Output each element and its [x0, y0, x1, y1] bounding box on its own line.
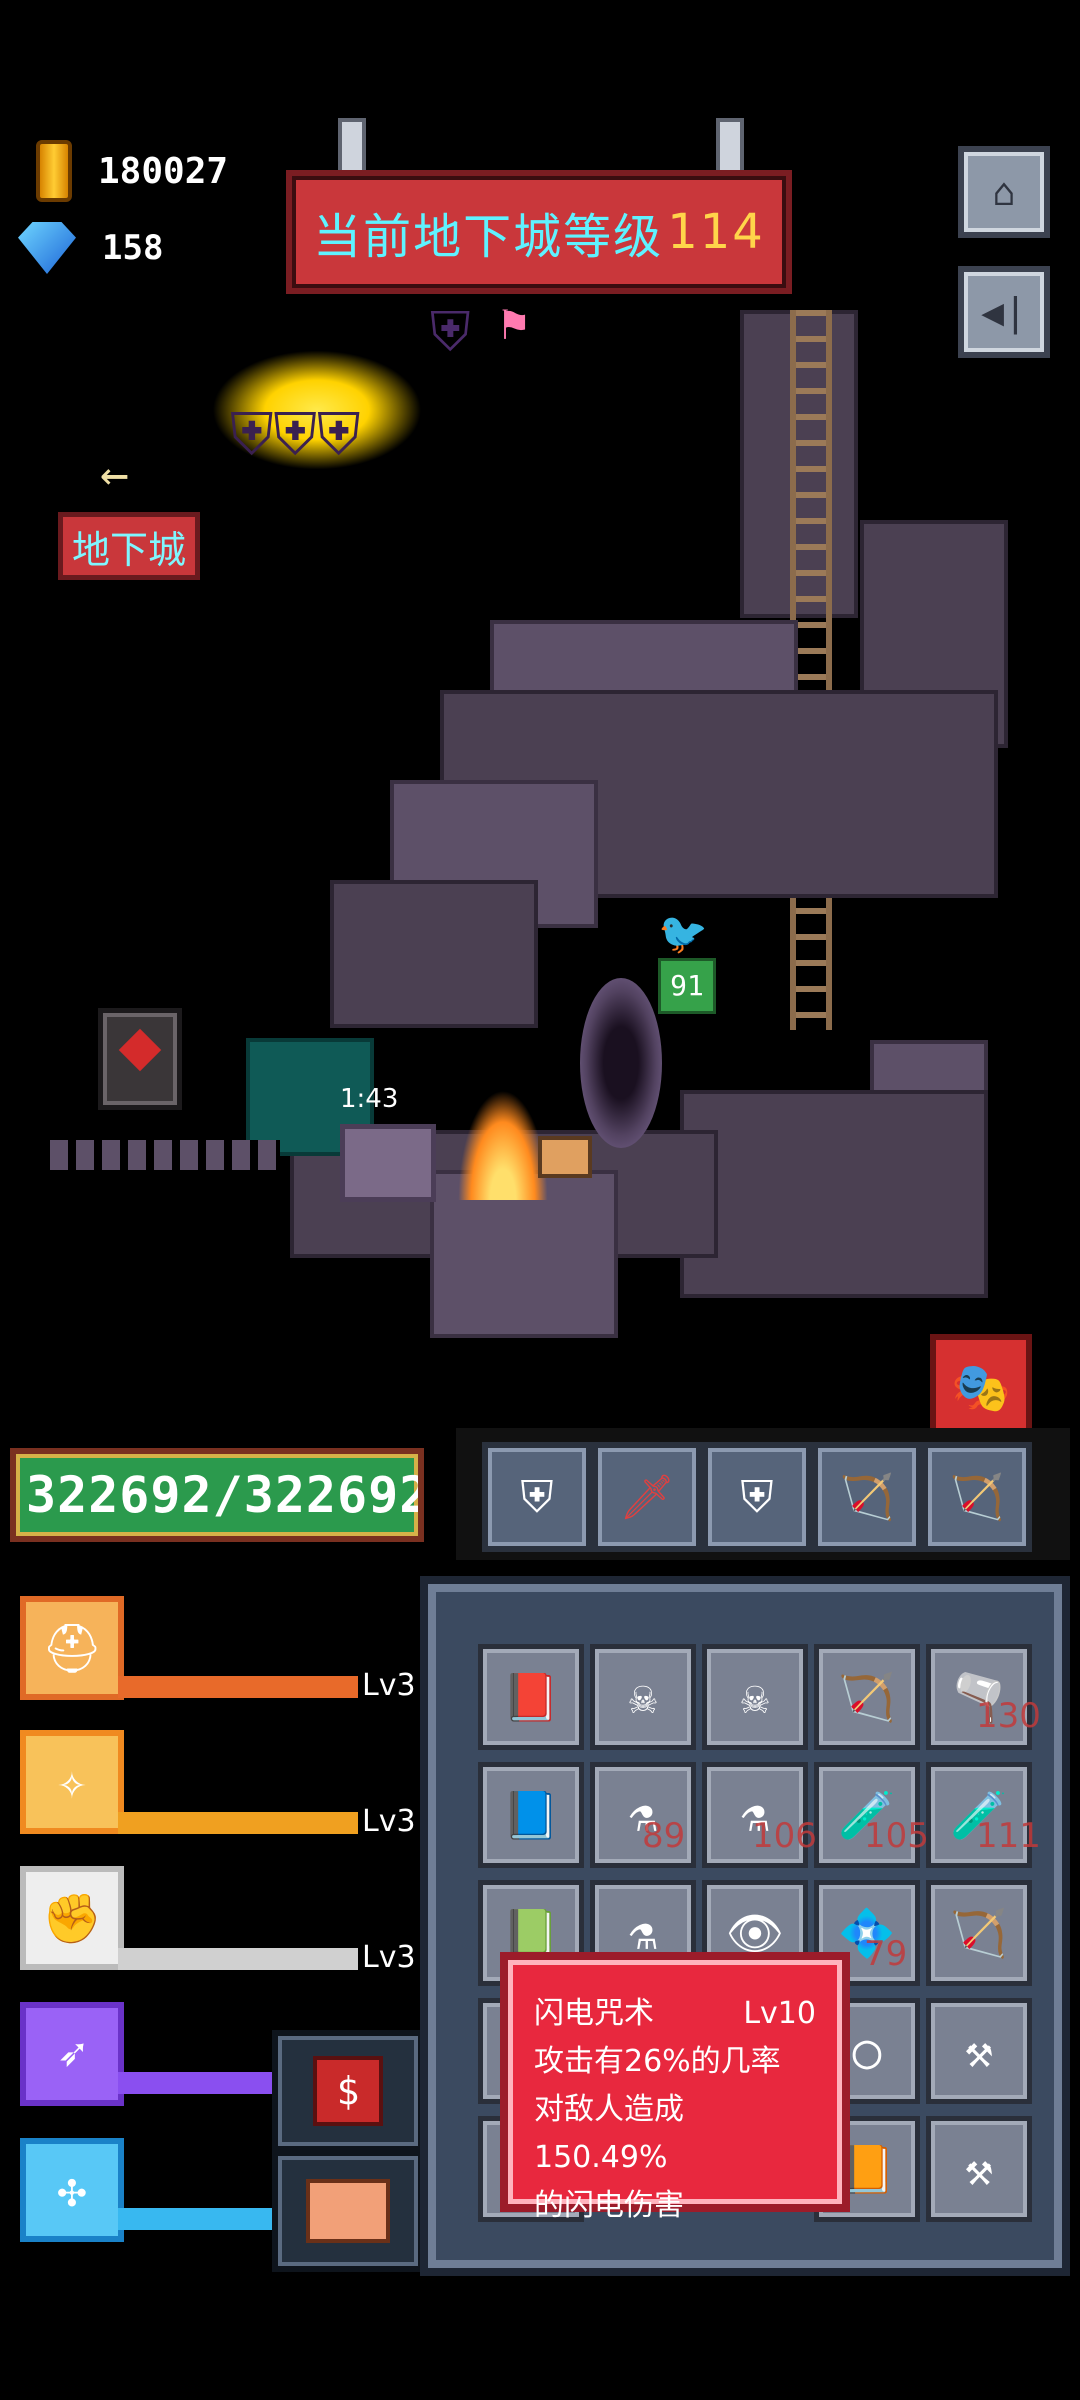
item-count: 130	[976, 1696, 1041, 1736]
banner-level: 114	[667, 204, 765, 260]
jester-hat-button[interactable]: 🎭	[930, 1334, 1032, 1440]
gem-value: 158	[102, 228, 164, 268]
shop-icon: $	[313, 2056, 383, 2126]
shield-icon: ⛨	[520, 1471, 554, 1523]
item-count: 106	[752, 1816, 817, 1856]
tooltip-line: 的闪电伤害	[534, 2188, 684, 2223]
book-icon: 📘	[502, 1787, 560, 1842]
tooltip-level: Lv10	[743, 1996, 816, 2031]
bow-icon: 🏹	[839, 1472, 895, 1523]
inventory-slot[interactable]: ☠	[590, 1644, 696, 1750]
campfire[interactable]	[458, 1090, 548, 1200]
home-button[interactable]: ⌂	[958, 146, 1050, 238]
skill-bar	[118, 2072, 278, 2094]
crossbow-icon: ✣	[57, 2162, 87, 2218]
inventory-slot[interactable]: 📘	[478, 1762, 584, 1868]
book-icon: 📕	[502, 1669, 560, 1724]
equipped-shield2-slot[interactable]: ⛨	[702, 1442, 812, 1552]
skill-helmet[interactable]: ⛑	[20, 1596, 124, 1700]
tooltip-line: 攻击有26%的几率	[534, 2044, 781, 2079]
banner-text: 当前地下城等级	[313, 209, 664, 265]
equipped-shield-slot[interactable]: ⛨	[482, 1442, 592, 1552]
item-count: 79	[864, 1934, 908, 1974]
inventory-slot[interactable]: ⚒	[926, 2116, 1032, 2222]
chest-button[interactable]	[272, 2150, 424, 2272]
bow-icon: 🏹	[838, 1669, 896, 1724]
inventory-slot[interactable]: ☠	[702, 1644, 808, 1750]
scythe-icon: ⚒	[965, 2024, 993, 2078]
gem-counter: 158	[18, 222, 163, 274]
item-count: 111	[976, 1816, 1041, 1856]
dungeon-scene: 1:43 🐦 91	[40, 310, 1040, 1370]
skull-staff-icon: ☠	[629, 1670, 657, 1724]
portal[interactable]	[580, 978, 662, 1148]
jester-hat-icon: 🎭	[951, 1359, 1011, 1416]
skill-level: Lv3	[362, 1668, 416, 1703]
equipped-bow-slot[interactable]: 🏹	[812, 1442, 922, 1552]
inventory-slot[interactable]: 📕	[478, 1644, 584, 1750]
monster-level-badge: 91	[658, 958, 716, 1014]
gem-icon	[18, 222, 76, 274]
skull-staff-icon: ☠	[741, 1670, 769, 1724]
signpost[interactable]	[538, 1136, 592, 1178]
hp-bar: 322692/322692	[10, 1448, 424, 1542]
timed-chest[interactable]	[340, 1124, 436, 1202]
shop-button[interactable]: $	[272, 2030, 424, 2152]
shield-icon: ⛨	[740, 1471, 774, 1523]
skill-crossbow[interactable]: ✣	[20, 2138, 124, 2242]
sword-icon: 🗡	[619, 1472, 675, 1523]
helmet-icon: ⛑	[41, 1620, 103, 1677]
tooltip-name: 闪电咒术	[534, 1996, 654, 2031]
item-count: 105	[864, 1816, 929, 1856]
item-tooltip: 闪电咒术 Lv10 攻击有26%的几率 对敌人造成150.49% 的闪电伤害	[500, 1952, 850, 2223]
item-count: 89	[642, 1816, 686, 1856]
skill-bar	[118, 1948, 358, 1970]
dungeon-level-banner: 当前地下城等级 114	[286, 170, 792, 294]
gold-counter: 180027	[36, 140, 228, 202]
hp-text: 322692/322692	[26, 1466, 424, 1524]
bow-icon: 🏹	[949, 1472, 1005, 1523]
wings-icon: ✧	[57, 1754, 87, 1810]
equipped-bow2-slot[interactable]: 🏹	[922, 1442, 1032, 1552]
equipped-bar: ⛨ 🗡 ⛨ 🏹 🏹	[456, 1428, 1070, 1560]
skill-level: Lv3	[362, 1804, 416, 1839]
arrows-icon: ➶	[57, 2026, 87, 2082]
inventory-slot[interactable]: ⚒	[926, 1998, 1032, 2104]
ring-icon: ◯	[853, 2024, 881, 2078]
fist-icon: ✊	[42, 1890, 102, 1947]
home-icon: ⌂	[992, 170, 1016, 214]
inventory-slot[interactable]: 🏹	[814, 1644, 920, 1750]
skill-bar	[118, 2208, 278, 2230]
chest-icon	[306, 2179, 390, 2243]
skill-arrows[interactable]: ➶	[20, 2002, 124, 2106]
bow-icon: 🏹	[950, 1905, 1008, 1960]
skill-wings[interactable]: ✧	[20, 1730, 124, 1834]
inventory-slot[interactable]: 🏹	[926, 1880, 1032, 1986]
scythe-icon: ⚒	[965, 2142, 993, 2196]
equipped-sword-slot[interactable]: 🗡	[592, 1442, 702, 1552]
skill-fist[interactable]: ✊	[20, 1866, 124, 1970]
skill-bar	[118, 1676, 358, 1698]
skill-level: Lv3	[362, 1940, 416, 1975]
gold-value: 180027	[98, 150, 229, 192]
tooltip-line: 对敌人造成150.49%	[534, 2092, 684, 2175]
gold-coin-icon	[36, 140, 72, 202]
chest-timer: 1:43	[340, 1084, 399, 1114]
shop-symbol: $	[336, 2069, 360, 2113]
rune-book[interactable]	[98, 1008, 182, 1110]
skill-bar	[118, 1812, 358, 1834]
